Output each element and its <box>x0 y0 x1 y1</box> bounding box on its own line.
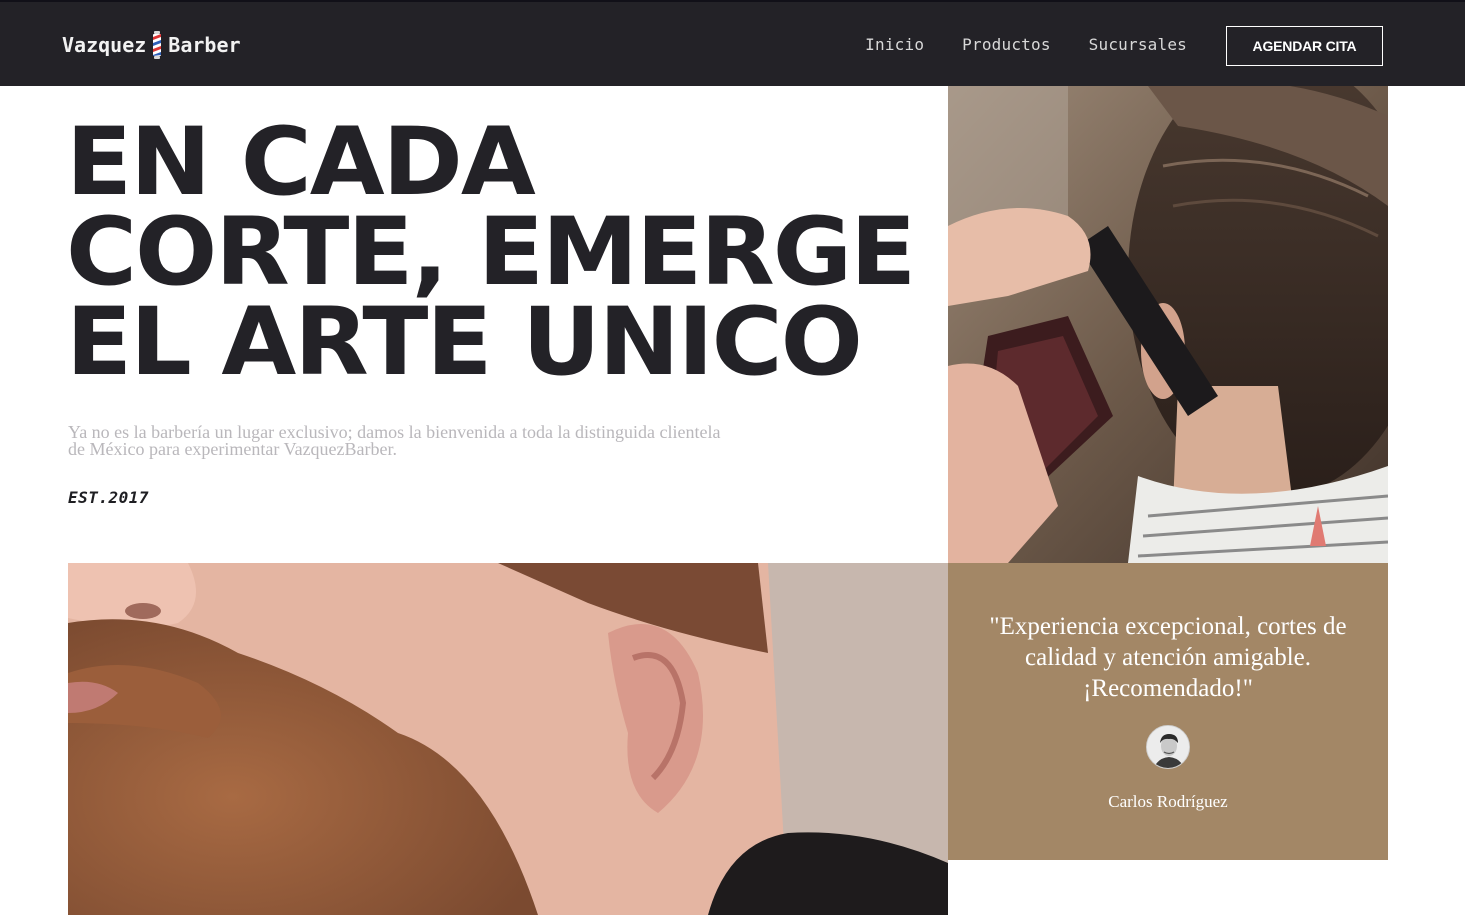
brand-name-left: Vazquez <box>62 33 147 57</box>
nav-link-inicio[interactable]: Inicio <box>865 35 924 54</box>
nav-link-sucursales[interactable]: Sucursales <box>1089 35 1187 54</box>
avatar <box>1146 725 1190 769</box>
testimonial-card: "Experiencia excepcional, cortes de cali… <box>948 563 1388 860</box>
brand-logo[interactable]: Vazquez Barber <box>62 31 241 59</box>
book-appointment-button[interactable]: AGENDAR CITA <box>1226 26 1383 66</box>
nav-link-productos[interactable]: Productos <box>962 35 1051 54</box>
nav-links: Inicio Productos Sucursales <box>865 35 1187 54</box>
headline-line-1: EN CADA <box>66 108 536 217</box>
hero-headline: EN CADA CORTE, EMERGE EL ARTE UNICO <box>66 108 952 397</box>
hero-subtitle: Ya no es la barbería un lugar exclusivo;… <box>68 422 721 459</box>
beard-photo <box>68 563 948 915</box>
testimonial-quote: "Experiencia excepcional, cortes de cali… <box>989 613 1347 702</box>
headline-line-3: EL ARTE UNICO <box>66 288 863 397</box>
established-label: EST.2017 <box>68 488 150 507</box>
headline-line-2: CORTE, EMERGE <box>66 198 916 307</box>
testimonial-author: Carlos Rodríguez <box>1108 792 1228 811</box>
brand-name-right: Barber <box>168 33 241 57</box>
haircut-photo <box>948 86 1388 563</box>
barber-pole-icon <box>152 31 162 59</box>
navbar: Vazquez Barber Inicio Productos Sucursal… <box>0 0 1465 86</box>
